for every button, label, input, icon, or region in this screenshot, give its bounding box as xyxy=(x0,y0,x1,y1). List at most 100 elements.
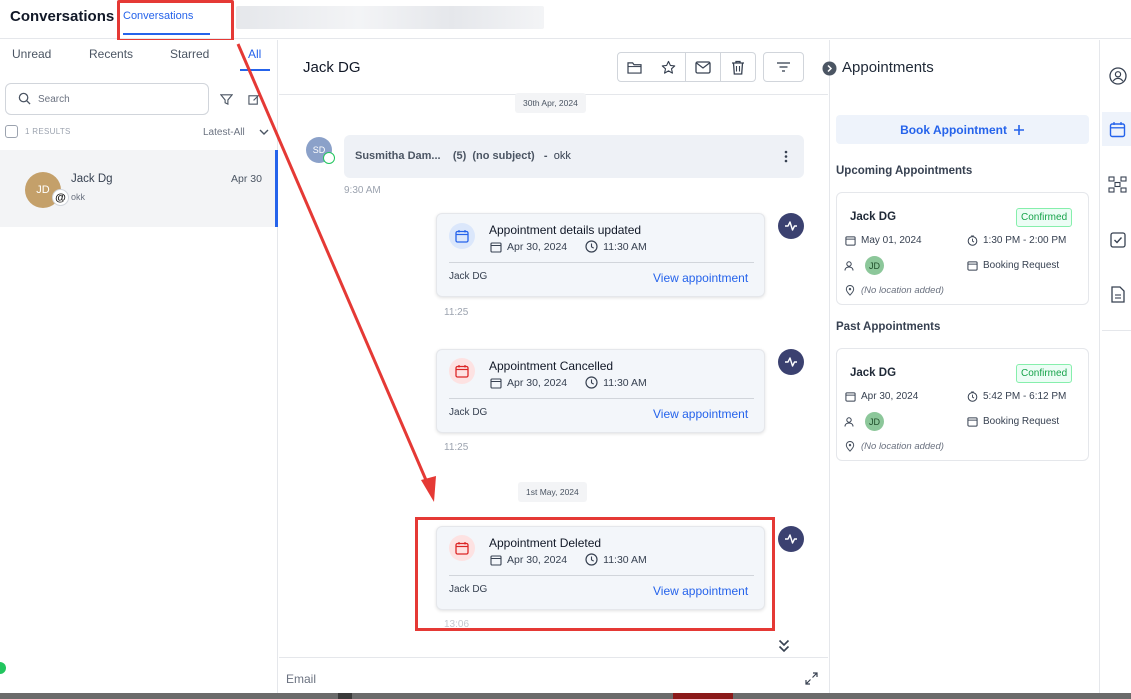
calendar-small-icon xyxy=(490,377,502,389)
calendar-rail-icon[interactable] xyxy=(1104,116,1131,143)
appointment-type-row: Booking Request xyxy=(967,260,1059,271)
email-body: okk xyxy=(553,150,571,162)
timer-icon xyxy=(967,235,978,246)
filter-tab-all[interactable]: All xyxy=(248,47,261,61)
taskbar-segment xyxy=(673,693,733,699)
move-folder-button[interactable] xyxy=(617,52,652,82)
appointment-date: Apr 30, 2024 xyxy=(861,391,919,402)
card-contact: Jack DG xyxy=(449,407,488,418)
upcoming-title: Upcoming Appointments xyxy=(836,165,973,177)
redacted-area xyxy=(236,6,544,29)
contact-name: Jack DG xyxy=(303,59,361,76)
contact-profile-icon[interactable] xyxy=(1104,62,1131,89)
divider xyxy=(449,262,754,263)
taskbar-segment xyxy=(338,693,352,699)
appointment-location: (No location added) xyxy=(861,441,944,452)
card-title: Appointment Cancelled xyxy=(489,359,614,373)
message-time: 11:25 xyxy=(444,442,469,453)
card-contact: Jack DG xyxy=(449,271,488,282)
attendee-avatar: JD xyxy=(865,256,884,275)
card-date: Apr 30, 2024 xyxy=(507,376,568,389)
conversation-name: Jack Dg xyxy=(71,173,113,185)
appointment-location-row: (No location added) xyxy=(845,441,944,452)
appointment-type-row: Booking Request xyxy=(967,416,1059,427)
more-options-icon[interactable] xyxy=(780,150,792,163)
workflow-icon[interactable] xyxy=(1104,171,1131,198)
divider xyxy=(449,398,754,399)
filter-tab-starred[interactable]: Starred xyxy=(170,47,209,61)
past-title: Past Appointments xyxy=(836,321,941,333)
card-time: 11:30 AM xyxy=(603,376,647,389)
attendee-avatar: JD xyxy=(865,412,884,431)
email-dash: - xyxy=(543,150,548,162)
appointment-type: Booking Request xyxy=(983,260,1060,271)
view-appointment-link[interactable]: View appointment xyxy=(653,271,748,285)
thread-filter-button[interactable] xyxy=(763,52,804,82)
appointment-date: May 01, 2024 xyxy=(861,235,922,246)
search-icon xyxy=(18,92,31,105)
calendar-small-icon xyxy=(490,241,502,253)
chevron-right-icon[interactable] xyxy=(822,61,837,76)
select-all-checkbox[interactable] xyxy=(5,125,18,138)
book-appointment-button[interactable]: Book Appointment xyxy=(836,115,1089,144)
conversation-snippet: okk xyxy=(71,192,86,202)
chevron-down-icon[interactable] xyxy=(259,128,269,136)
email-summary: Susmitha Dam... (5) (no subject) - okk xyxy=(355,150,571,162)
appointment-type: Booking Request xyxy=(983,416,1060,427)
filter-tab-unread[interactable]: Unread xyxy=(12,47,51,61)
filter-icon[interactable] xyxy=(220,93,233,106)
panel-title: Appointments xyxy=(842,59,934,76)
appointment-time: 1:30 PM - 2:00 PM xyxy=(983,235,1067,246)
notes-icon[interactable] xyxy=(1104,281,1131,308)
book-appointment-label: Book Appointment xyxy=(900,122,1007,137)
mark-unread-button[interactable] xyxy=(686,52,721,82)
divider xyxy=(1102,330,1131,331)
appointment-location-row: (No location added) xyxy=(845,285,944,296)
email-channel-icon: @ xyxy=(52,189,69,206)
card-date: Apr 30, 2024 xyxy=(507,240,568,253)
calendar-small-icon xyxy=(967,416,978,427)
star-button[interactable] xyxy=(651,52,686,82)
search-input[interactable] xyxy=(5,83,209,115)
composer-bar[interactable] xyxy=(279,657,828,693)
conversation-date: Apr 30 xyxy=(231,173,262,185)
filter-tab-recents[interactable]: Recents xyxy=(89,47,133,61)
delete-button[interactable] xyxy=(721,52,756,82)
clock-icon xyxy=(585,376,598,389)
calendar-icon xyxy=(449,358,475,384)
location-pin-icon xyxy=(845,285,855,296)
conversation-list-panel xyxy=(0,40,278,699)
activity-icon xyxy=(778,213,804,239)
calendar-small-icon xyxy=(845,391,856,402)
results-count: 1 RESULTS xyxy=(25,127,71,136)
sort-dropdown[interactable]: Latest-All xyxy=(203,127,245,138)
plus-icon xyxy=(1013,124,1025,136)
filter-active-indicator xyxy=(240,69,270,71)
folder-icon xyxy=(627,61,642,74)
status-badge: Confirmed xyxy=(1016,364,1073,383)
clock-icon xyxy=(585,240,598,253)
view-appointment-link[interactable]: View appointment xyxy=(653,407,748,421)
scroll-bottom-icon[interactable] xyxy=(778,639,790,653)
email-badge-icon xyxy=(323,152,335,164)
tasks-icon[interactable] xyxy=(1104,226,1131,253)
appointment-time-row: 1:30 PM - 2:00 PM xyxy=(967,235,1066,246)
appointment-date-row: Apr 30, 2024 xyxy=(845,391,918,402)
appointment-time: 5:42 PM - 6:12 PM xyxy=(983,391,1067,402)
email-subject: (no subject) xyxy=(472,150,535,162)
expand-icon[interactable] xyxy=(805,672,818,685)
email-count: (5) xyxy=(452,150,467,162)
activity-icon xyxy=(778,349,804,375)
location-pin-icon xyxy=(845,441,855,452)
attendees-icon xyxy=(844,417,856,427)
compose-icon[interactable] xyxy=(248,93,261,106)
search-placeholder: Search xyxy=(38,94,70,105)
app-title: Conversations xyxy=(10,8,115,25)
email-sender: Susmitha Dam... xyxy=(355,150,441,162)
appointment-name: Jack DG xyxy=(850,367,897,379)
card-datetime: Apr 30, 2024 11:30 AM xyxy=(490,240,647,253)
appointment-name: Jack DG xyxy=(850,211,897,223)
appointment-date-row: May 01, 2024 xyxy=(845,235,922,246)
activity-icon xyxy=(778,526,804,552)
composer-channel-label: Email xyxy=(286,672,317,686)
